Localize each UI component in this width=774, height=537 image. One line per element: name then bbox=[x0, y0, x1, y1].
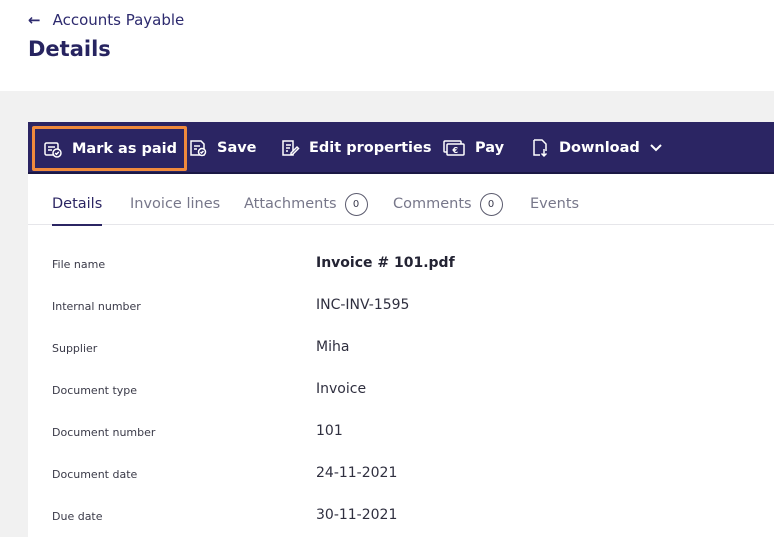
save-label: Save bbox=[217, 140, 257, 156]
field-value-document-number: 101 bbox=[316, 423, 343, 439]
comments-count-badge: 0 bbox=[479, 193, 503, 216]
save-icon bbox=[188, 138, 208, 158]
tab-comments[interactable]: Comments 0 bbox=[393, 186, 503, 225]
pay-label: Pay bbox=[475, 140, 505, 156]
field-label-document-number: Document number bbox=[52, 426, 156, 439]
download-button[interactable]: Download bbox=[530, 122, 663, 174]
tab-details-label: Details bbox=[52, 196, 103, 212]
tab-invoice-lines-label: Invoice lines bbox=[130, 196, 221, 212]
pay-icon: € bbox=[442, 138, 466, 158]
details-tabs: Details Invoice lines Attachments 0 Comm… bbox=[28, 186, 774, 226]
back-arrow-icon: ← bbox=[28, 10, 41, 29]
page-header: ← Accounts Payable Details bbox=[0, 0, 774, 91]
edit-properties-icon bbox=[280, 138, 300, 158]
tab-details[interactable]: Details bbox=[52, 186, 103, 226]
field-label-document-type: Document type bbox=[52, 384, 138, 397]
tab-attachments[interactable]: Attachments 0 bbox=[244, 186, 368, 225]
field-label-internal-number: Internal number bbox=[52, 300, 141, 313]
tab-comments-label: Comments bbox=[393, 196, 472, 212]
field-value-internal-number: INC-INV-1595 bbox=[316, 297, 410, 313]
download-label: Download bbox=[559, 140, 640, 156]
mark-as-paid-button[interactable]: Mark as paid bbox=[32, 126, 188, 171]
back-link[interactable]: ← Accounts Payable bbox=[28, 11, 184, 29]
attachments-count-badge: 0 bbox=[344, 193, 368, 216]
svg-text:€: € bbox=[452, 146, 459, 155]
field-label-file-name: File name bbox=[52, 258, 106, 271]
mark-paid-icon bbox=[43, 139, 63, 159]
save-button[interactable]: Save bbox=[188, 122, 257, 174]
edit-properties-label: Edit properties bbox=[309, 140, 432, 156]
field-label-document-date: Document date bbox=[52, 468, 138, 481]
chevron-down-icon bbox=[649, 143, 663, 153]
field-label-due-date: Due date bbox=[52, 510, 103, 523]
tab-events-label: Events bbox=[530, 196, 580, 212]
edit-properties-button[interactable]: Edit properties bbox=[280, 122, 431, 174]
mark-as-paid-label: Mark as paid bbox=[72, 140, 178, 157]
page-title: Details bbox=[28, 37, 111, 61]
tab-attachments-label: Attachments bbox=[244, 196, 337, 212]
field-label-supplier: Supplier bbox=[52, 342, 98, 355]
details-panel bbox=[28, 122, 774, 537]
field-value-document-type: Invoice bbox=[316, 381, 367, 397]
field-value-supplier: Miha bbox=[316, 339, 350, 355]
download-icon bbox=[530, 138, 550, 158]
tab-events[interactable]: Events bbox=[530, 186, 579, 225]
field-value-file-name: Invoice # 101.pdf bbox=[316, 255, 455, 271]
field-value-document-date: 24-11-2021 bbox=[316, 465, 398, 481]
pay-button[interactable]: € Pay bbox=[442, 122, 504, 174]
active-tab-indicator bbox=[52, 224, 103, 226]
tab-invoice-lines[interactable]: Invoice lines bbox=[130, 186, 220, 225]
action-toolbar: Mark as paid Save Edit properties € Pay … bbox=[28, 122, 774, 174]
back-link-label: Accounts Payable bbox=[52, 11, 185, 29]
field-value-due-date: 30-11-2021 bbox=[316, 507, 398, 523]
